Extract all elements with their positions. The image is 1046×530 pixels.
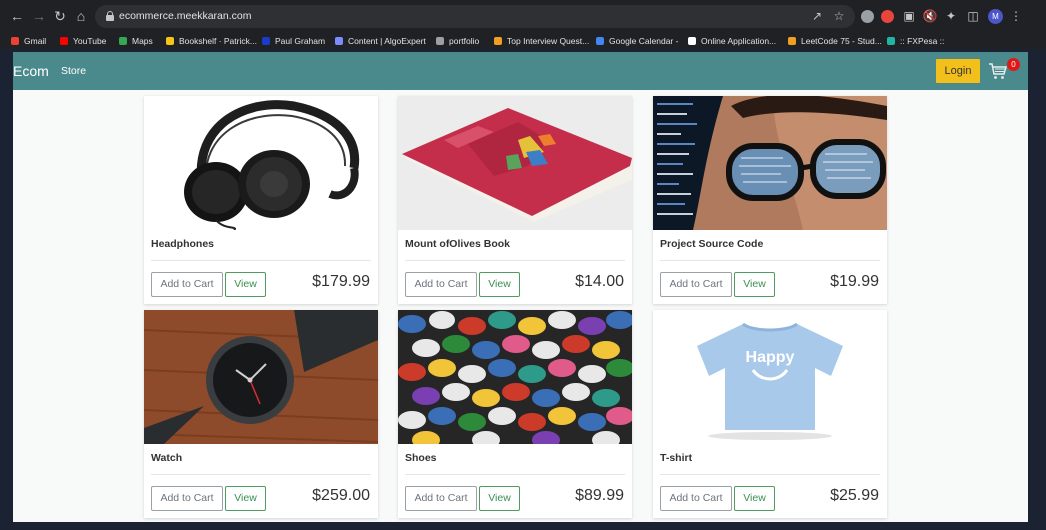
product-card: Mount ofOlives Book Add to Cart View $14… <box>398 96 632 304</box>
product-card: Shoes Add to Cart View $89.99 <box>398 310 632 518</box>
product-title[interactable]: Headphones <box>151 238 214 250</box>
add-to-cart-button[interactable]: Add to Cart <box>151 486 223 511</box>
maps-icon <box>119 36 127 45</box>
leetcode-icon <box>788 36 796 45</box>
add-to-cart-button[interactable]: Add to Cart <box>660 486 732 511</box>
home-icon[interactable]: ⌂ <box>71 6 91 26</box>
product-image[interactable] <box>653 96 887 230</box>
view-button[interactable]: View <box>479 486 520 511</box>
bookshelf-icon <box>166 36 174 45</box>
product-card: Watch Add to Cart View $259.00 <box>144 310 378 518</box>
bookmark-fxpesa[interactable]: :: FXPesa :: <box>887 32 944 49</box>
product-title[interactable]: Shoes <box>405 452 437 464</box>
add-to-cart-button[interactable]: Add to Cart <box>405 486 477 511</box>
lock-icon <box>106 11 114 21</box>
product-price: $179.99 <box>312 273 370 290</box>
product-title[interactable]: T-shirt <box>660 452 692 464</box>
bookmark-portfolio[interactable]: portfolio <box>436 32 479 49</box>
bookmark-paul-graham[interactable]: Paul Graham <box>262 32 325 49</box>
algoexpert-icon <box>335 36 343 45</box>
application-icon <box>688 36 696 45</box>
fxpesa-icon <box>887 36 895 45</box>
product-image[interactable]: Happy <box>653 310 887 444</box>
bookmark-bookshelf[interactable]: Bookshelf · Patrick... <box>166 32 257 49</box>
view-button[interactable]: View <box>734 272 775 297</box>
picture-in-picture-icon[interactable]: ▣ <box>901 8 917 24</box>
product-price: $89.99 <box>575 487 624 504</box>
back-arrow-icon[interactable]: ← <box>7 6 27 26</box>
divider <box>660 260 880 261</box>
grammarly-extension-icon[interactable] <box>861 10 874 23</box>
brand-logo[interactable]: Ecom <box>13 52 49 90</box>
product-price: $19.99 <box>830 273 879 290</box>
bookmark-maps[interactable]: Maps <box>119 32 153 49</box>
site-navbar: Ecom Store Login 0 <box>13 52 1028 90</box>
browser-menu-icon[interactable]: ⋮ <box>1008 8 1024 24</box>
product-title[interactable]: Watch <box>151 452 182 464</box>
divider <box>660 474 880 475</box>
bookmark-algoexpert[interactable]: Content | AlgoExpert <box>335 32 426 49</box>
product-image[interactable] <box>144 310 378 444</box>
bookmark-gmail[interactable]: Gmail <box>11 32 46 49</box>
view-button[interactable]: View <box>225 272 266 297</box>
store-link[interactable]: Store <box>61 52 86 90</box>
mute-tab-icon[interactable]: 🔇 <box>922 8 938 24</box>
divider <box>405 474 625 475</box>
side-panel-icon[interactable]: ◫ <box>965 8 981 24</box>
product-image[interactable] <box>398 310 632 444</box>
product-price: $14.00 <box>575 273 624 290</box>
youtube-icon <box>60 36 68 45</box>
browser-toolbar: ← → ↻ ⌂ ecommerce.meekkaran.com ↗ ☆ ▣ 🔇 … <box>0 0 1046 32</box>
bookmark-google-calendar[interactable]: Google Calendar - <box>596 32 678 49</box>
add-to-cart-button[interactable]: Add to Cart <box>151 272 223 297</box>
source-code-image <box>653 96 887 230</box>
tshirt-image: Happy <box>697 322 843 440</box>
login-button[interactable]: Login <box>936 59 980 83</box>
bookmarks-bar: Gmail YouTube Maps Bookshelf · Patrick..… <box>0 32 1046 49</box>
product-card: Headphones Add to Cart View $179.99 <box>144 96 378 304</box>
profile-avatar[interactable]: M <box>988 9 1003 24</box>
paul-graham-icon <box>262 36 270 45</box>
product-image[interactable] <box>398 96 632 230</box>
product-image[interactable] <box>144 96 378 230</box>
divider <box>151 474 371 475</box>
watch-image <box>144 310 378 444</box>
divider <box>405 260 625 261</box>
cart-count-badge: 0 <box>1007 58 1020 71</box>
bookmark-youtube[interactable]: YouTube <box>60 32 106 49</box>
add-to-cart-button[interactable]: Add to Cart <box>405 272 477 297</box>
add-to-cart-button[interactable]: Add to Cart <box>660 272 732 297</box>
product-price: $259.00 <box>312 487 370 504</box>
view-button[interactable]: View <box>225 486 266 511</box>
bookmark-online-application[interactable]: Online Application... <box>688 32 776 49</box>
globe-icon <box>436 36 444 45</box>
reload-icon[interactable]: ↻ <box>50 6 70 26</box>
bookmark-star-icon[interactable]: ☆ <box>831 5 847 28</box>
leetcode-icon <box>494 36 502 45</box>
product-card: Happy T-shirt Add to Cart View $25.99 <box>653 310 887 518</box>
url-text: ecommerce.meekkaran.com <box>119 10 252 22</box>
calendar-icon <box>596 36 604 45</box>
bookmark-leetcode-75[interactable]: LeetCode 75 - Stud... <box>788 32 882 49</box>
bookmark-top-interview[interactable]: Top Interview Quest... <box>494 32 589 49</box>
gmail-icon <box>11 36 19 45</box>
share-icon[interactable]: ↗ <box>809 5 825 28</box>
product-title[interactable]: Mount ofOlives Book <box>405 238 510 250</box>
shopping-cart-icon[interactable] <box>988 61 1008 81</box>
view-button[interactable]: View <box>734 486 775 511</box>
web-page: Ecom Store Login 0 Headphones Add to Car… <box>13 52 1028 522</box>
address-bar[interactable]: ecommerce.meekkaran.com ↗ ☆ <box>95 5 855 28</box>
forward-arrow-icon[interactable]: → <box>29 6 49 26</box>
headphones-image <box>184 100 360 230</box>
view-button[interactable]: View <box>479 272 520 297</box>
extensions-puzzle-icon[interactable]: ✦ <box>943 8 959 24</box>
book-image <box>398 96 632 230</box>
product-title[interactable]: Project Source Code <box>660 238 763 250</box>
product-price: $25.99 <box>830 487 879 504</box>
product-card: Project Source Code Add to Cart View $19… <box>653 96 887 304</box>
recorder-extension-icon[interactable] <box>881 10 894 23</box>
divider <box>151 260 371 261</box>
tshirt-print-text: Happy <box>746 349 795 366</box>
shoes-image <box>398 310 632 444</box>
